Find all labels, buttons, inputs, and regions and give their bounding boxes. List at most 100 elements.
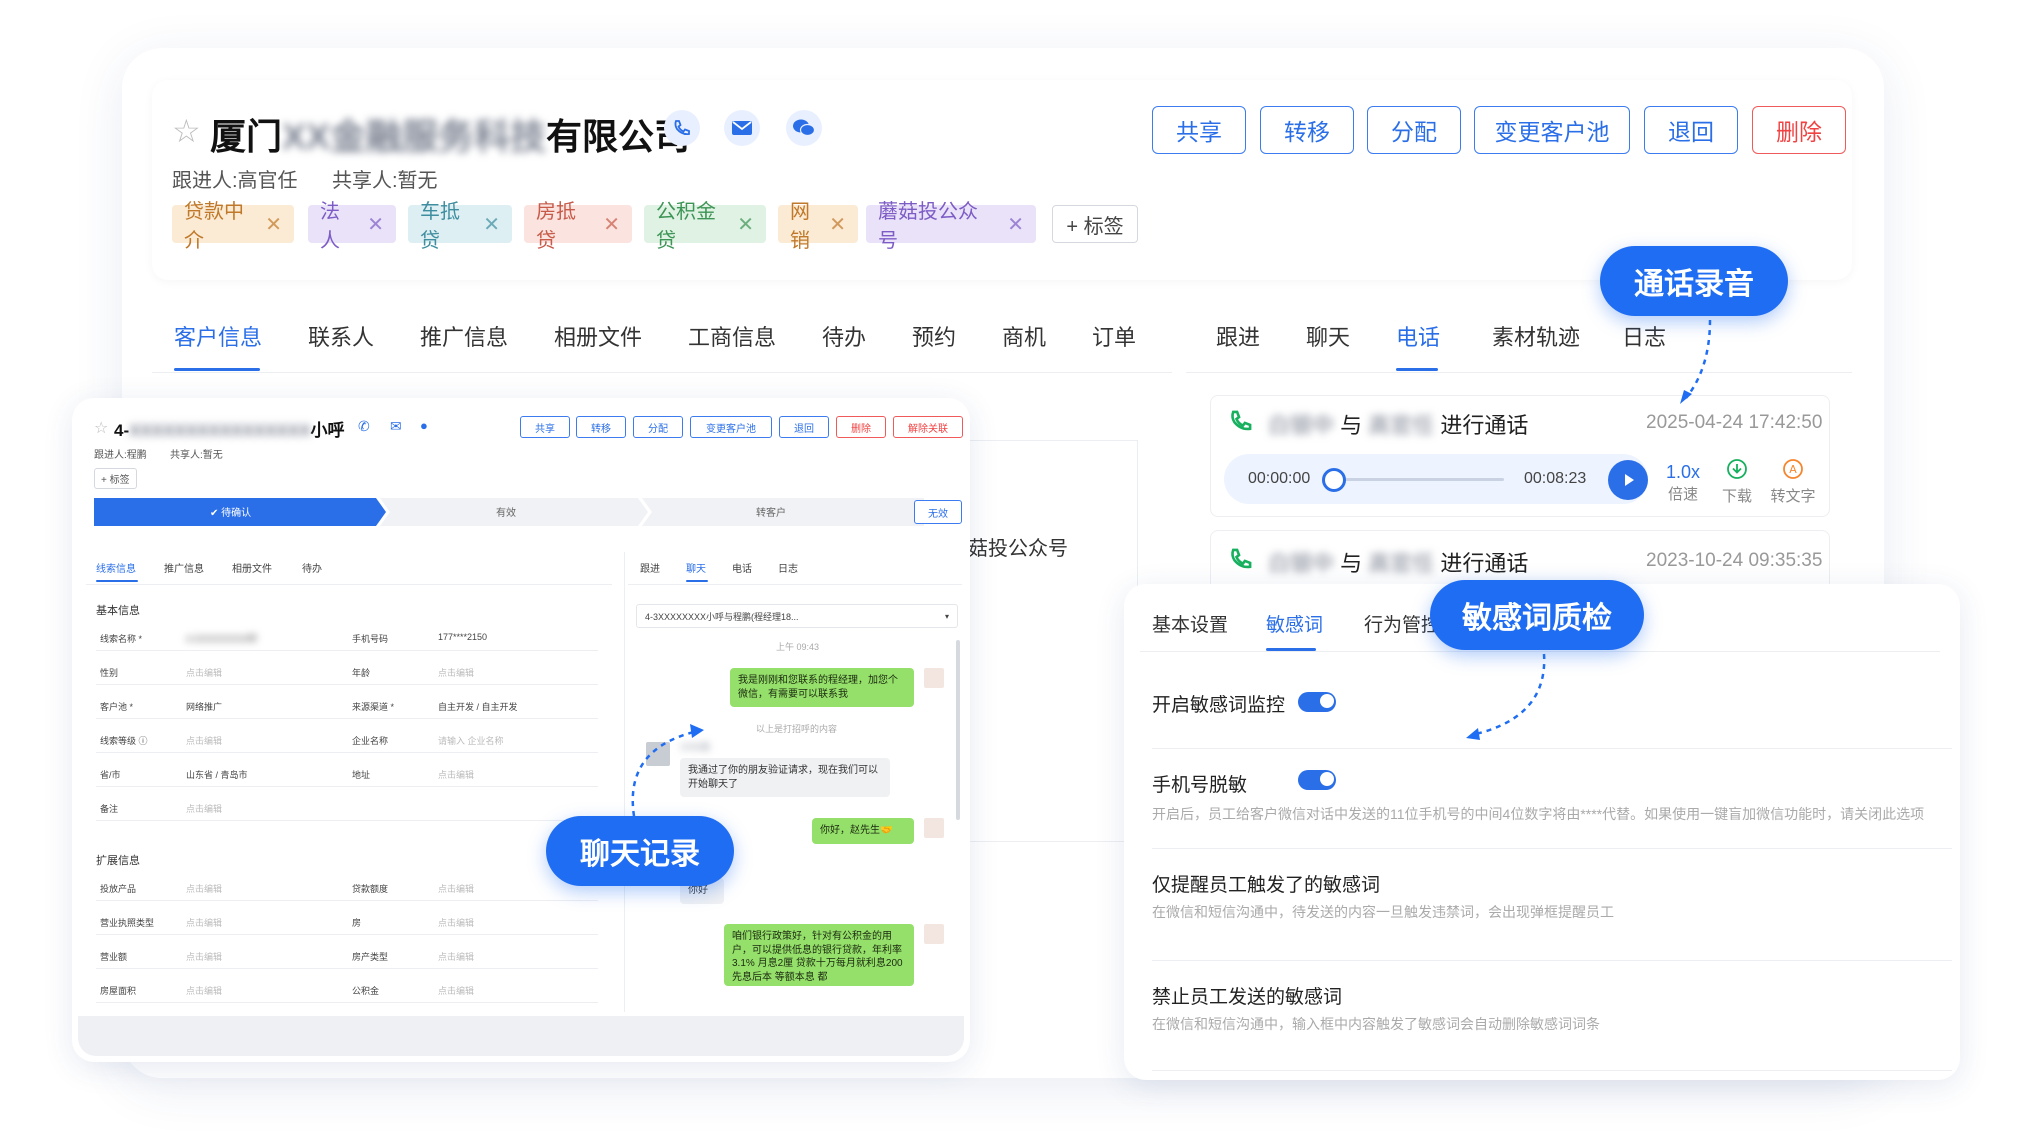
mail-icon[interactable] [724, 110, 760, 146]
grid-value[interactable]: 点击编辑 [438, 768, 474, 781]
close-icon[interactable]: ✕ [829, 212, 846, 237]
tag-4[interactable]: 房抵贷 ✕ [524, 201, 632, 252]
download-button[interactable]: 下载 [1722, 458, 1752, 506]
lead-tab-todo[interactable]: 待办 [302, 560, 322, 575]
tag-7[interactable]: 蘑菇投公众号 ✕ [866, 201, 1036, 252]
grid-row-divider [96, 650, 598, 651]
chat-tab-log[interactable]: 日志 [778, 560, 798, 575]
sensitive-item-3-desc: 在微信和短信沟通中，待发送的内容一旦触发违禁词，会出现弹框提醒员工 [1152, 904, 1614, 920]
chat-header[interactable]: 4-3XXXXXXXX小呼与程鹏(程经理18... ▾ [636, 604, 958, 628]
phone-icon[interactable] [664, 110, 700, 146]
assign-button[interactable]: 分配 [1367, 106, 1461, 154]
sensitive-tab-behavior[interactable]: 行为管控 [1364, 610, 1440, 637]
chat-tab-chat[interactable]: 聊天 [686, 560, 706, 575]
grid-value[interactable]: 请输入 企业名称 [438, 734, 504, 747]
step-valid[interactable]: 有效 [496, 504, 516, 519]
step-confirm[interactable]: ✔ 待确认 [210, 504, 251, 519]
grid-value[interactable]: 自主开发 / 自主开发 [438, 700, 518, 713]
tag-1[interactable]: 贷款中介 ✕ [172, 201, 294, 252]
to-text-button[interactable]: A 转文字 [1768, 458, 1818, 506]
grid-value[interactable]: 点击编辑 [186, 916, 222, 929]
grid-label: 线索名称 * [100, 634, 143, 644]
right-tab-2[interactable]: 聊天 [1306, 320, 1350, 352]
close-icon[interactable]: ✕ [737, 212, 754, 237]
wechat-icon[interactable]: ● [420, 418, 428, 433]
right-tab-1[interactable]: 跟进 [1216, 320, 1260, 352]
grid-value[interactable]: 4-XXXXXXXXX呼 [186, 632, 257, 645]
lead-tab-info[interactable]: 线索信息 [96, 560, 136, 575]
avatar [924, 924, 944, 944]
lead-assign-button[interactable]: 分配 [633, 416, 683, 438]
grid-value[interactable]: 177****2150 [438, 632, 487, 642]
lead-delete-button[interactable]: 删除 [836, 416, 886, 438]
player-track[interactable] [1336, 478, 1504, 481]
phone-mask-toggle[interactable] [1298, 770, 1336, 790]
lead-transfer-button[interactable]: 转移 [576, 416, 626, 438]
change-pool-button[interactable]: 变更客户池 [1474, 106, 1630, 154]
tag-3[interactable]: 车抵贷 ✕ [408, 201, 512, 252]
left-tab-3[interactable]: 推广信息 [420, 320, 508, 352]
grid-value[interactable]: 点击编辑 [438, 950, 474, 963]
lead-invalid-button[interactable]: 无效 [914, 500, 962, 524]
right-tab-4[interactable]: 素材轨迹 [1492, 320, 1580, 352]
lead-add-tag[interactable]: + 标签 [94, 468, 137, 489]
step-convert[interactable]: 转客户 [756, 504, 786, 519]
left-tab-6[interactable]: 待办 [822, 320, 866, 352]
sensitive-monitor-toggle[interactable] [1298, 692, 1336, 712]
grid-value[interactable]: 点击编辑 [438, 666, 474, 679]
chat-tab-phone[interactable]: 电话 [732, 560, 752, 575]
lead-tab-promo[interactable]: 推广信息 [164, 560, 204, 575]
sensitive-tab-basic[interactable]: 基本设置 [1152, 610, 1228, 637]
grid-value[interactable]: 点击编辑 [186, 734, 222, 747]
grid-value[interactable]: 点击编辑 [438, 916, 474, 929]
close-icon[interactable]: ✕ [1007, 212, 1024, 237]
add-tag-button[interactable]: + 标签 [1052, 205, 1138, 243]
lead-share-button[interactable]: 共享 [520, 416, 570, 438]
grid-value[interactable]: 山东省 / 青岛市 [186, 768, 248, 781]
chat-tab-follow[interactable]: 跟进 [640, 560, 660, 575]
delete-button[interactable]: 删除 [1752, 106, 1846, 154]
left-tab-8[interactable]: 商机 [1002, 320, 1046, 352]
grid-value[interactable]: 点击编辑 [438, 882, 474, 895]
left-tab-5[interactable]: 工商信息 [688, 320, 776, 352]
left-tab-1[interactable]: 客户信息 [174, 320, 262, 352]
lead-change-pool-button[interactable]: 变更客户池 [690, 416, 772, 438]
transfer-button[interactable]: 转移 [1260, 106, 1354, 154]
tag-6[interactable]: 网销 ✕ [778, 201, 858, 252]
grid-value[interactable]: 网络推广 [186, 700, 222, 713]
wechat-icon[interactable] [786, 110, 822, 146]
mail-icon[interactable]: ✉ [390, 418, 402, 435]
grid-value[interactable]: 点击编辑 [186, 802, 222, 815]
chat-scrollbar[interactable] [956, 640, 960, 820]
close-icon[interactable]: ✕ [603, 212, 620, 237]
left-tab-7[interactable]: 预约 [912, 320, 956, 352]
player-handle[interactable] [1322, 468, 1346, 492]
left-tab-9[interactable]: 订单 [1092, 320, 1136, 352]
grid-value[interactable]: 点击编辑 [186, 882, 222, 895]
speed-control[interactable]: 1.0x 倍速 [1666, 462, 1700, 504]
return-button[interactable]: 退回 [1644, 106, 1738, 154]
lead-title-prefix: 4- [114, 421, 130, 440]
star-icon[interactable]: ☆ [94, 418, 108, 438]
grid-value[interactable]: 点击编辑 [438, 984, 474, 997]
tag-5[interactable]: 公积金贷 ✕ [644, 201, 766, 252]
tag-2[interactable]: 法人 ✕ [308, 201, 396, 252]
star-icon[interactable]: ☆ [172, 112, 201, 150]
lead-tab-album[interactable]: 相册文件 [232, 560, 272, 575]
left-tab-2[interactable]: 联系人 [308, 320, 374, 352]
sensitive-tab-words[interactable]: 敏感词 [1266, 610, 1323, 637]
close-icon[interactable]: ✕ [265, 212, 282, 237]
phone-icon[interactable]: ✆ [358, 418, 370, 435]
right-tab-5[interactable]: 日志 [1622, 320, 1666, 352]
lead-unlink-button[interactable]: 解除关联 [893, 416, 963, 438]
close-icon[interactable]: ✕ [483, 212, 500, 237]
left-tab-4[interactable]: 相册文件 [554, 320, 642, 352]
grid-value[interactable]: 点击编辑 [186, 950, 222, 963]
share-button[interactable]: 共享 [1152, 106, 1246, 154]
close-icon[interactable]: ✕ [367, 212, 384, 237]
grid-value[interactable]: 点击编辑 [186, 984, 222, 997]
right-tab-3[interactable]: 电话 [1396, 320, 1440, 352]
play-icon[interactable] [1608, 460, 1648, 500]
lead-return-button[interactable]: 退回 [779, 416, 829, 438]
grid-value[interactable]: 点击编辑 [186, 666, 222, 679]
